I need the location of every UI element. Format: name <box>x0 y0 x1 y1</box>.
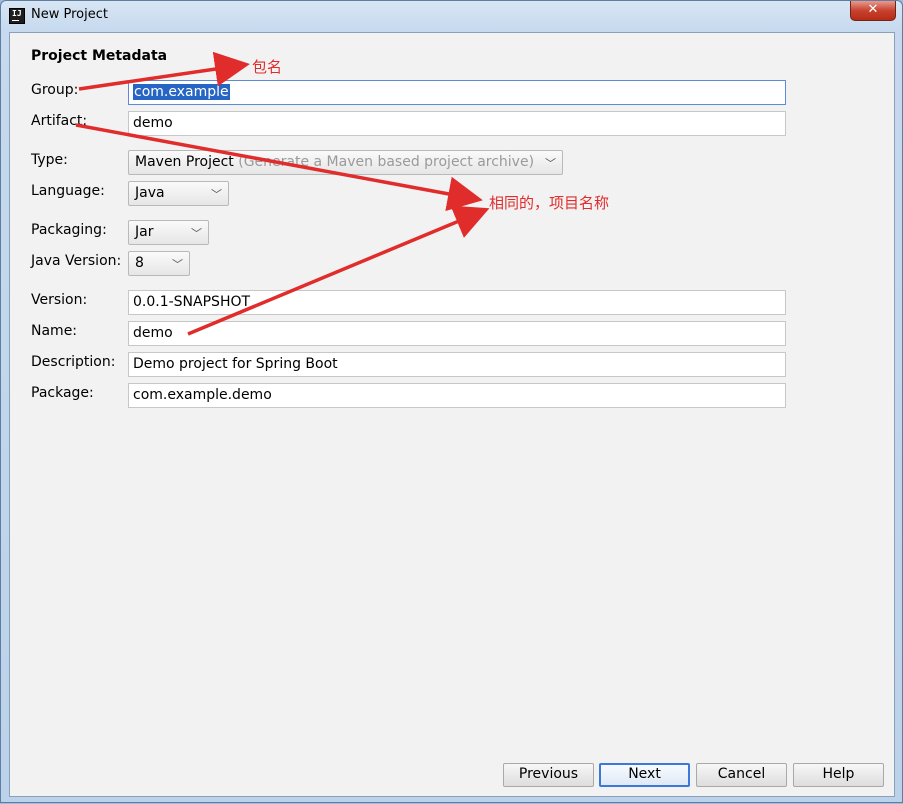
chevron-down-icon: ﹀ <box>191 227 202 240</box>
intellij-icon: IJ <box>9 8 25 24</box>
next-button[interactable]: Next <box>599 763 690 787</box>
description-input[interactable]: Demo project for Spring Boot <box>128 352 786 377</box>
annotation-artifact-name-note: 相同的，项目名称 <box>489 194 610 212</box>
package-label: Package: <box>31 385 94 401</box>
artifact-label: Artifact: <box>31 113 88 129</box>
language-select[interactable]: Java ﹀ <box>128 181 229 206</box>
java-version-label: Java Version: <box>31 253 122 269</box>
annotation-group-note: 包名 <box>252 58 283 76</box>
cancel-button[interactable]: Cancel <box>696 763 787 787</box>
packaging-value: Jar <box>135 224 154 240</box>
type-select[interactable]: Maven Project (Generate a Maven based pr… <box>128 150 563 175</box>
packaging-select[interactable]: Jar ﹀ <box>128 220 209 245</box>
previous-button[interactable]: Previous <box>503 763 594 787</box>
name-label: Name: <box>31 323 78 339</box>
new-project-window: IJ New Project ✕ Project Metadata Group:… <box>0 0 903 803</box>
java-version-select[interactable]: 8 ﹀ <box>128 251 190 276</box>
title-bar[interactable]: IJ New Project ✕ <box>1 1 902 31</box>
artifact-input[interactable]: demo <box>128 111 786 136</box>
package-input[interactable]: com.example.demo <box>128 383 786 408</box>
group-input[interactable]: com.example <box>128 80 786 105</box>
close-button[interactable]: ✕ <box>850 1 896 21</box>
java-version-value: 8 <box>135 255 144 271</box>
group-input-value: com.example <box>133 84 230 100</box>
type-label: Type: <box>31 152 68 168</box>
type-hint: (Generate a Maven based project archive) <box>238 154 535 170</box>
chevron-down-icon: ﹀ <box>211 188 222 201</box>
help-button[interactable]: Help <box>793 763 884 787</box>
group-label: Group: <box>31 82 79 98</box>
section-title: Project Metadata <box>31 48 168 64</box>
description-label: Description: <box>31 354 116 370</box>
chevron-down-icon: ﹀ <box>172 258 183 271</box>
chevron-down-icon: ﹀ <box>545 157 556 170</box>
type-value: Maven Project <box>135 154 234 170</box>
packaging-label: Packaging: <box>31 222 107 238</box>
window-title: New Project <box>31 7 108 22</box>
version-label: Version: <box>31 292 88 308</box>
project-metadata-panel: Project Metadata Group: com.example Arti… <box>9 32 895 797</box>
name-input[interactable]: demo <box>128 321 786 346</box>
version-input[interactable]: 0.0.1-SNAPSHOT <box>128 290 786 315</box>
language-label: Language: <box>31 183 105 199</box>
language-value: Java <box>135 185 165 201</box>
